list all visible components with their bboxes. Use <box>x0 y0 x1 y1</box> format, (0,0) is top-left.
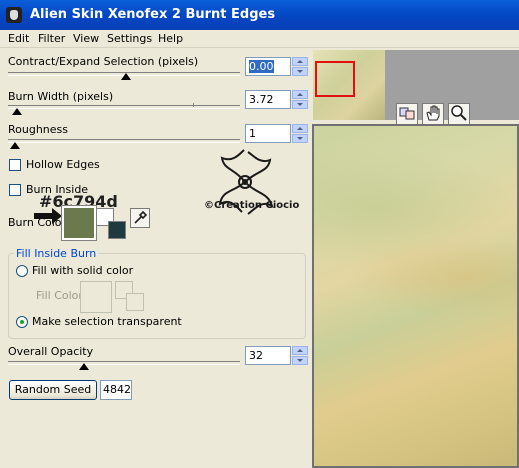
viewport-rectangle[interactable] <box>315 61 355 97</box>
contract-value: 0.00 <box>249 60 274 73</box>
menu-help[interactable]: Help <box>158 32 183 45</box>
watermark-text: ©Creation Ciocio <box>204 200 300 211</box>
slider-tick <box>193 103 194 107</box>
opacity-slider-track[interactable] <box>8 361 240 365</box>
burn-inside-checkbox[interactable] <box>9 184 21 196</box>
burn-width-slider-track[interactable] <box>8 105 240 109</box>
fill-solid-radio[interactable] <box>16 265 28 277</box>
pointer-arrow-icon <box>34 208 62 224</box>
fill-color-label: Fill Color <box>36 289 83 302</box>
contract-slider-thumb[interactable] <box>121 73 131 80</box>
preview-toggle-icon <box>399 107 415 120</box>
spin-down-icon[interactable] <box>292 356 308 365</box>
hand-icon <box>426 105 440 121</box>
navigator-thumbnail[interactable] <box>313 50 385 120</box>
hollow-edges-checkbox[interactable] <box>9 159 21 171</box>
menu-view[interactable]: View <box>73 32 99 45</box>
make-transparent-radio[interactable] <box>16 316 28 328</box>
fill-bg-chip[interactable] <box>126 293 144 311</box>
zoom-tool-button[interactable] <box>448 103 470 125</box>
menu-settings[interactable]: Settings <box>107 32 152 45</box>
menu-filter[interactable]: Filter <box>38 32 65 45</box>
roughness-input[interactable]: 1 <box>245 124 291 143</box>
roughness-slider-track[interactable] <box>8 139 240 143</box>
opacity-value: 32 <box>249 349 263 362</box>
controls-panel: Contract/Expand Selection (pixels) 0.00 … <box>0 48 312 468</box>
window-title: Alien Skin Xenofex 2 Burnt Edges <box>30 7 276 22</box>
title-bar: Alien Skin Xenofex 2 Burnt Edges <box>0 0 519 30</box>
burn-width-spinner[interactable] <box>292 90 308 109</box>
fill-color-swatch[interactable] <box>80 281 112 313</box>
hand-tool-button[interactable] <box>422 103 444 125</box>
random-seed-button[interactable]: Random Seed <box>9 380 97 400</box>
fill-solid-label: Fill with solid color <box>32 264 134 277</box>
opacity-spinner[interactable] <box>292 346 308 365</box>
opacity-slider-thumb[interactable] <box>79 363 89 370</box>
burn-color-swatch[interactable] <box>62 206 96 240</box>
navigator-panel <box>312 48 519 125</box>
roughness-label: Roughness <box>8 123 69 136</box>
preview-canvas[interactable] <box>312 124 519 468</box>
plugin-window: Alien Skin Xenofex 2 Burnt Edges Edit Fi… <box>0 0 519 468</box>
menu-edit[interactable]: Edit <box>8 32 29 45</box>
contract-spinner[interactable] <box>292 57 308 76</box>
burn-width-input[interactable]: 3.72 <box>245 90 291 109</box>
overall-opacity-label: Overall Opacity <box>8 345 94 358</box>
hollow-edges-label: Hollow Edges <box>26 158 100 171</box>
zoom-icon <box>451 105 467 121</box>
roughness-value: 1 <box>249 127 256 140</box>
fill-inside-burn-legend: Fill Inside Burn <box>14 247 99 260</box>
spin-up-icon[interactable] <box>292 57 308 66</box>
burn-width-slider-thumb[interactable] <box>12 108 22 115</box>
roughness-spinner[interactable] <box>292 124 308 143</box>
spin-up-icon[interactable] <box>292 346 308 355</box>
spin-down-icon[interactable] <box>292 67 308 76</box>
opacity-input[interactable]: 32 <box>245 346 291 365</box>
roughness-slider-thumb[interactable] <box>10 142 20 149</box>
contract-label: Contract/Expand Selection (pixels) <box>8 55 199 68</box>
contract-input[interactable]: 0.00 <box>245 57 291 76</box>
random-seed-input[interactable]: 4842 <box>100 380 132 400</box>
eyedropper-button[interactable] <box>130 208 150 228</box>
preview-toggle-button[interactable] <box>396 103 418 125</box>
spin-up-icon[interactable] <box>292 124 308 133</box>
eyedropper-icon <box>134 210 148 224</box>
background-color-chip[interactable] <box>108 221 126 239</box>
spin-up-icon[interactable] <box>292 90 308 99</box>
burn-width-value: 3.72 <box>249 93 274 106</box>
spin-down-icon[interactable] <box>292 100 308 109</box>
burn-width-label: Burn Width (pixels) <box>8 90 114 103</box>
menu-bar: Edit Filter View Settings Help <box>0 30 519 48</box>
app-icon <box>6 7 22 23</box>
spin-down-icon[interactable] <box>292 134 308 143</box>
make-transparent-label: Make selection transparent <box>32 315 182 328</box>
